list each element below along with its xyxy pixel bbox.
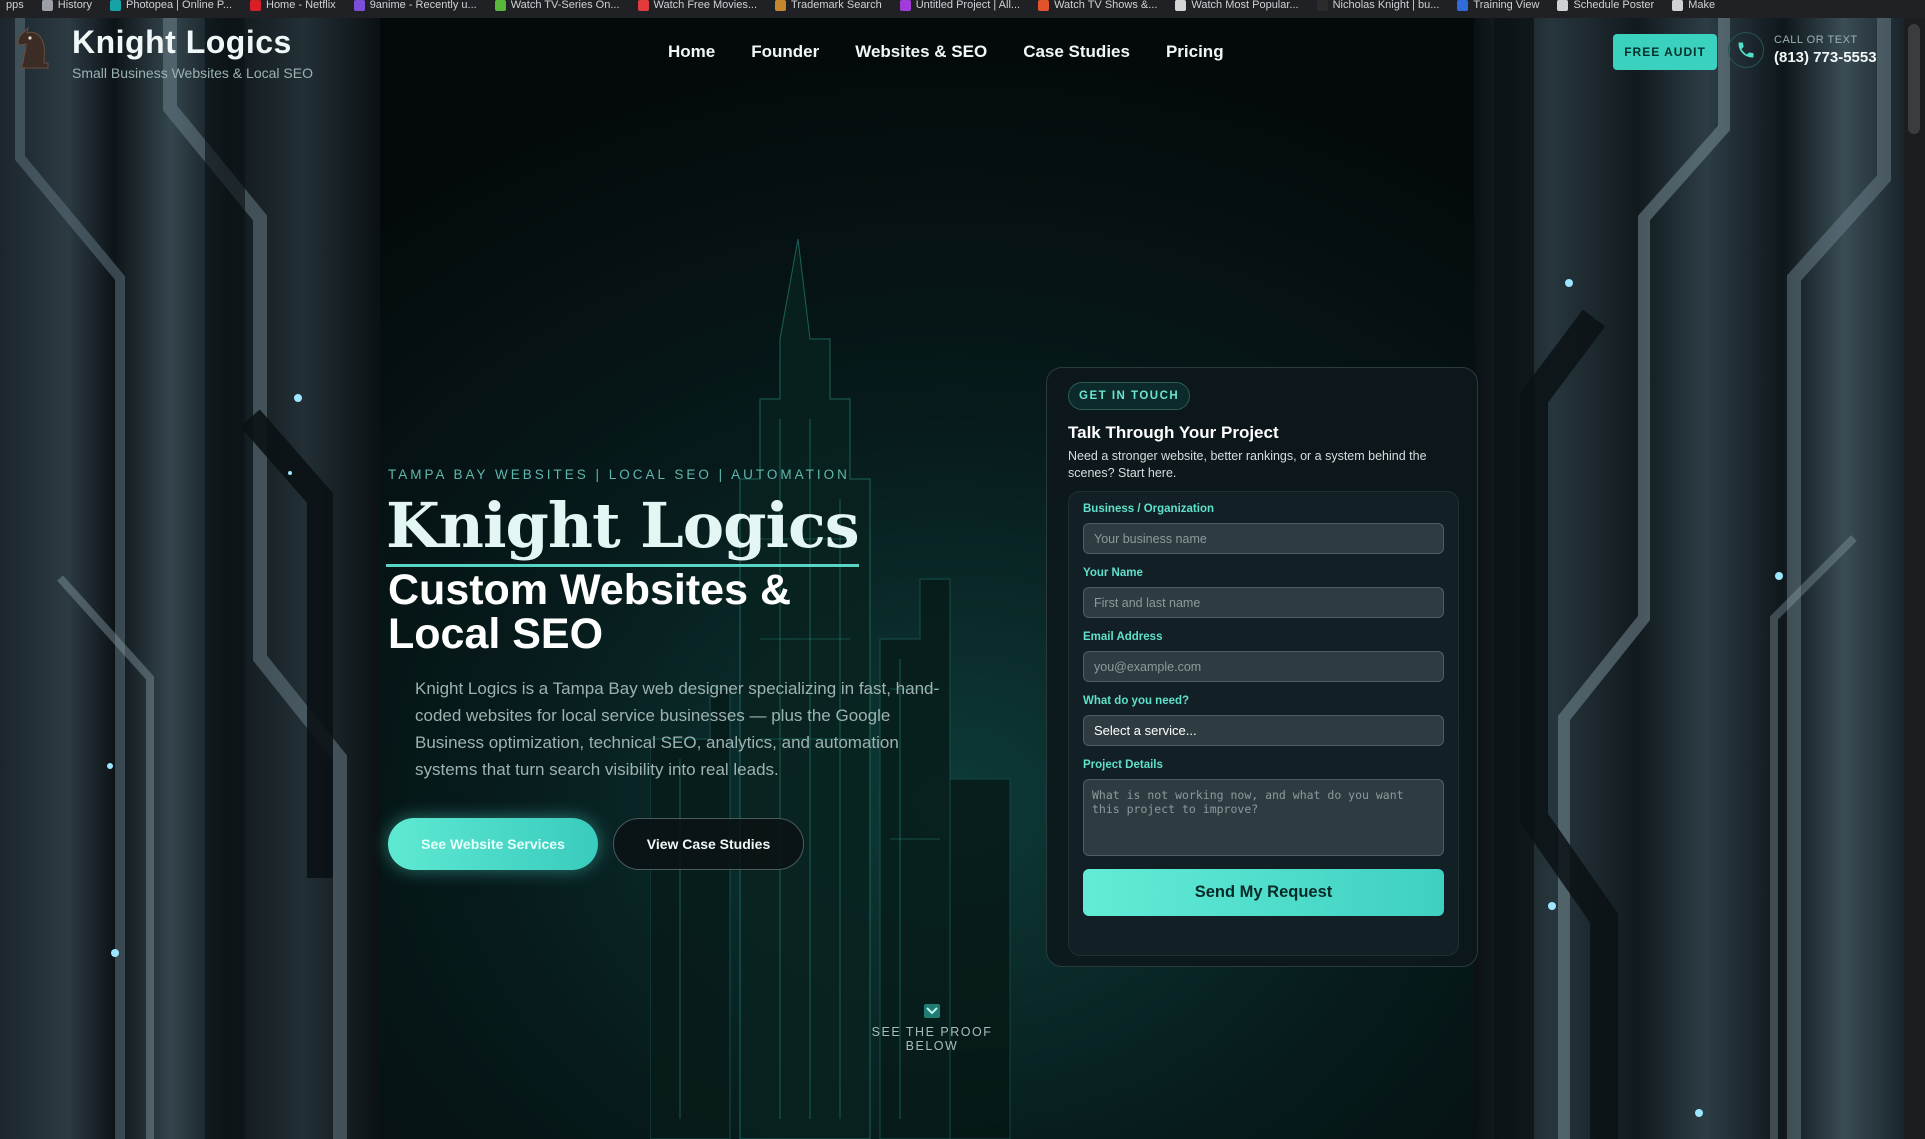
bookmark-favicon-icon [637, 0, 649, 11]
bookmark-item[interactable]: 9anime - Recently u... [353, 0, 477, 11]
nav-home[interactable]: Home [668, 42, 715, 62]
nav-websites-seo[interactable]: Websites & SEO [855, 42, 987, 62]
bookmark-favicon-icon [353, 0, 365, 11]
bookmark-label: Nicholas Knight | bu... [1332, 0, 1440, 11]
chess-knight-icon [17, 26, 49, 69]
phone-icon [1728, 32, 1764, 68]
chevron-down-icon [924, 1004, 940, 1018]
bookmarks-bar: pps History Photopea | Online P... Home - N… [0, 0, 1925, 18]
phone-number[interactable]: (813) 773-5553 [1774, 49, 1877, 66]
bookmark-favicon-icon [899, 0, 911, 11]
hero-background [0, 18, 1904, 1139]
page: pps History Photopea | Online P... Home - N… [0, 0, 1925, 1139]
bookmark-label: Schedule Poster [1573, 0, 1655, 11]
name-input[interactable] [1083, 587, 1444, 618]
bookmark-favicon-icon [1316, 0, 1328, 11]
bookmark-item[interactable]: Training View [1457, 0, 1539, 11]
bookmark-item[interactable]: Watch Free Movies... [637, 0, 758, 11]
scroll-proof-link[interactable]: SEE THE PROOF BELOW [857, 1004, 1007, 1053]
bookmark-favicon-icon [1457, 0, 1469, 11]
bookmark-label: Watch Free Movies... [653, 0, 758, 11]
logo-subtitle: Small Business Websites & Local SEO [72, 65, 313, 81]
business-label: Business / Organization [1083, 503, 1214, 515]
service-select-value: Select a service... [1094, 723, 1197, 738]
email-label: Email Address [1083, 631, 1163, 643]
nav-pricing[interactable]: Pricing [1166, 42, 1224, 62]
service-select[interactable]: Select a service... [1083, 715, 1444, 746]
bookmark-item[interactable]: Watch Most Popular... [1175, 0, 1299, 11]
contact-form: Business / Organization Your Name Email … [1068, 491, 1459, 956]
bookmark-item[interactable]: Schedule Poster [1557, 0, 1654, 11]
bookmark-favicon-icon [1175, 0, 1187, 11]
bookmark-label: pps [6, 0, 24, 11]
see-website-services-button[interactable]: See Website Services [388, 818, 598, 870]
right-metal-panel [1474, 18, 1904, 1139]
free-audit-button[interactable]: FREE AUDIT [1613, 34, 1717, 70]
logo-title: Knight Logics [72, 24, 292, 60]
bookmark-item[interactable]: Home - Netflix [250, 0, 336, 11]
hero-subtitle: Custom Websites & Local SEO [388, 566, 791, 658]
bookmark-label: 9anime - Recently u... [369, 0, 477, 11]
bookmark-favicon-icon [494, 0, 506, 11]
proof-label: SEE THE PROOF BELOW [871, 1025, 993, 1053]
bookmark-label: Watch TV-Series On... [510, 0, 620, 11]
bookmark-favicon-icon [775, 0, 787, 11]
bookmark-item[interactable]: Watch TV Shows &... [1038, 0, 1157, 11]
email-input[interactable] [1083, 651, 1444, 682]
bookmark-label: Watch Most Popular... [1191, 0, 1299, 11]
bookmark-favicon-icon [250, 0, 261, 11]
bookmark-label: Training View [1473, 0, 1540, 11]
bookmark-favicon-icon [1672, 0, 1684, 11]
left-metal-panel [0, 18, 380, 1139]
right-panel-art [1494, 18, 1891, 1139]
bookmark-label: Watch TV Shows &... [1054, 0, 1158, 11]
bookmark-label: Home - Netflix [266, 0, 336, 11]
bookmark-label: Make [1688, 0, 1716, 11]
bookmark-item[interactable]: Nicholas Knight | bu... [1316, 0, 1440, 11]
get-in-touch-badge: GET IN TOUCH [1068, 382, 1191, 410]
bookmark-label: Photopea | Online P... [125, 0, 232, 11]
bookmark-favicon-icon [41, 0, 53, 11]
call-label: CALL OR TEXT [1774, 34, 1858, 46]
view-case-studies-button[interactable]: View Case Studies [613, 818, 804, 870]
call-or-text[interactable]: CALL OR TEXT (813) 773-5553 [1728, 32, 1877, 68]
main-nav: Home Founder Websites & SEO Case Studies… [668, 42, 1224, 62]
bookmark-label: History [57, 0, 92, 11]
bookmark-label: Untitled Project | All... [915, 0, 1021, 11]
hero-title: Knight Logics [386, 488, 860, 567]
bookmark-item[interactable]: Untitled Project | All... [899, 0, 1021, 11]
hero-description: Knight Logics is a Tampa Bay web designe… [415, 679, 940, 779]
bookmark-label: Trademark Search [791, 0, 882, 11]
scrollbar-thumb[interactable] [1908, 24, 1920, 134]
bookmark-item[interactable]: Trademark Search [775, 0, 882, 11]
nav-founder[interactable]: Founder [751, 42, 819, 62]
hero-eyebrow: TAMPA BAY WEBSITES | LOCAL SEO | AUTOMAT… [388, 467, 850, 482]
bookmark-item[interactable]: pps [6, 0, 24, 11]
contact-title: Talk Through Your Project [1068, 423, 1279, 442]
bookmark-item[interactable]: Watch TV-Series On... [494, 0, 620, 11]
send-request-button[interactable]: Send My Request [1083, 869, 1444, 916]
nav-case-studies[interactable]: Case Studies [1023, 42, 1130, 62]
site-logo[interactable]: Knight Logics Small Business Websites & … [8, 22, 313, 81]
bookmark-favicon-icon [109, 0, 121, 11]
page-scrollbar[interactable] [1904, 18, 1925, 1139]
business-input[interactable] [1083, 523, 1444, 554]
bookmark-favicon-icon [1038, 0, 1050, 11]
bookmark-item[interactable]: Make [1672, 0, 1715, 11]
bookmark-item[interactable]: History [41, 0, 92, 11]
bookmark-favicon-icon [1557, 0, 1569, 11]
service-label: What do you need? [1083, 695, 1190, 707]
name-label: Your Name [1083, 567, 1143, 579]
contact-description: Need a stronger website, better rankings… [1068, 449, 1427, 480]
details-textarea[interactable] [1083, 779, 1444, 856]
bookmark-item[interactable]: Photopea | Online P... [109, 0, 232, 11]
contact-card: GET IN TOUCH Talk Through Your Project N… [1046, 367, 1478, 967]
left-panel-art [15, 18, 347, 1139]
details-label: Project Details [1083, 759, 1163, 771]
